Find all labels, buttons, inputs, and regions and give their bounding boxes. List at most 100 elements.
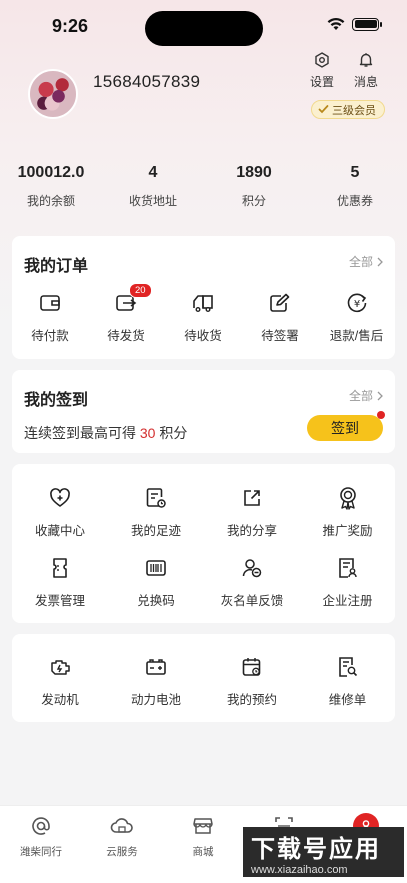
vehicle-card: 发动机 动力电池 我的预约 维修单 (12, 634, 395, 722)
wallet-icon (40, 295, 60, 311)
chevron-right-icon (377, 391, 383, 400)
signin-title: 我的签到 (24, 392, 89, 409)
order-label: 待付款 (31, 329, 69, 343)
chevron-right-icon (377, 257, 383, 266)
tab-label: 商城 (192, 846, 214, 858)
tab-label: 潍柴同行 (20, 846, 62, 858)
orders-card: 我的订单 全部 待付款 20 待发货 待收货 待签署 ¥ 退款/售后 (12, 236, 395, 359)
order-pending-signature[interactable]: 待签署 (242, 291, 318, 344)
orders-all-label: 全部 (348, 255, 373, 269)
signin-text-prefix: 连续签到最高可得 (24, 425, 136, 441)
store-icon (193, 818, 213, 834)
bell-icon (359, 53, 373, 67)
vehicle-label: 我的预约 (226, 693, 277, 707)
award-icon (339, 487, 356, 510)
service-redeem-code[interactable]: 兑换码 (108, 556, 204, 609)
order-count-badge: 20 (129, 283, 152, 298)
tab-cloud-service[interactable]: 云服务 (87, 814, 157, 859)
watermark-url: www.xiazaihao.com (251, 863, 348, 876)
orders-title: 我的订单 (24, 258, 89, 275)
stat-coupons[interactable]: 5 优惠券 (305, 164, 405, 209)
vip-badge[interactable]: 三级会员 (311, 100, 385, 119)
service-label: 收藏中心 (34, 524, 85, 538)
order-pending-payment[interactable]: 待付款 (12, 291, 88, 344)
service-company-register[interactable]: 企业注册 (300, 556, 395, 609)
battery-icon (146, 659, 166, 675)
stat-address[interactable]: 4 收货地址 (103, 164, 203, 209)
service-label: 我的分享 (226, 524, 277, 538)
service-promo-rewards[interactable]: 推广奖励 (300, 486, 395, 539)
stat-value: 100012.0 (17, 164, 85, 181)
service-favorites[interactable]: 收藏中心 (12, 486, 108, 539)
engine-icon (51, 660, 70, 675)
account-stats: 100012.0 我的余额 4 收货地址 1890 积分 5 优惠券 (0, 164, 407, 214)
share-icon (244, 490, 260, 506)
stat-label: 我的余额 (26, 194, 75, 208)
messages-button[interactable]: 消息 (346, 52, 386, 90)
order-pending-shipment[interactable]: 20 待发货 (88, 283, 164, 344)
service-greylist-feedback[interactable]: 灰名单反馈 (204, 556, 300, 609)
vehicle-repair-orders[interactable]: 维修单 (300, 655, 395, 708)
company-register-icon (338, 558, 357, 578)
stat-points[interactable]: 1890 积分 (204, 164, 304, 209)
dynamic-island (145, 11, 263, 46)
service-my-shares[interactable]: 我的分享 (204, 486, 300, 539)
vehicle-row: 发动机 动力电池 我的预约 维修单 (12, 655, 395, 708)
settings-button[interactable]: 设置 (302, 52, 342, 90)
signin-all-link[interactable]: 全部 (349, 387, 383, 404)
vehicle-appointments[interactable]: 我的预约 (204, 655, 300, 708)
signin-description: 连续签到最高可得 30 积分 (24, 423, 187, 443)
stat-value: 4 (148, 164, 158, 181)
signin-text-suffix: 积分 (159, 425, 188, 441)
cloud-icon (110, 818, 133, 833)
stat-balance[interactable]: 100012.0 我的余额 (1, 164, 101, 209)
signin-card: 我的签到 全部 连续签到最高可得 30 积分 签到 (12, 370, 395, 453)
calendar-icon (242, 658, 261, 676)
service-invoice[interactable]: 发票管理 (12, 556, 108, 609)
invoice-icon (53, 558, 67, 578)
avatar[interactable] (28, 69, 78, 119)
messages-label: 消息 (353, 75, 378, 89)
signin-notification-dot (377, 411, 385, 419)
services-card: 收藏中心 我的足迹 我的分享 推广奖励 发票管理 兑换码 灰名单反馈 企业注册 (12, 464, 395, 623)
stat-label: 积分 (241, 194, 266, 208)
vehicle-label: 发动机 (41, 693, 79, 707)
service-label: 兑换码 (137, 594, 175, 608)
heart-plus-icon (50, 488, 70, 507)
order-refund-aftersales[interactable]: ¥ 退款/售后 (318, 291, 395, 344)
signin-button[interactable]: 签到 (307, 415, 383, 441)
sign-icon (270, 293, 290, 312)
order-label: 待收货 (184, 329, 222, 343)
battery-icon (352, 17, 382, 31)
service-label: 灰名单反馈 (220, 594, 284, 608)
vip-label: 三级会员 (332, 104, 376, 117)
services-row-2: 发票管理 兑换码 灰名单反馈 企业注册 (12, 556, 395, 609)
settings-label: 设置 (309, 75, 334, 89)
status-icons (326, 17, 382, 31)
signin-points: 30 (139, 425, 156, 441)
user-phone: 15684057839 (93, 72, 201, 91)
gear-icon (315, 52, 329, 68)
service-label: 发票管理 (34, 594, 85, 608)
vip-check-icon (318, 105, 329, 114)
tab-mall[interactable]: 商城 (168, 814, 238, 859)
order-pending-receipt[interactable]: 待收货 (164, 291, 242, 344)
stat-label: 收货地址 (128, 194, 177, 208)
refund-icon: ¥ (347, 293, 366, 313)
orders-all-link[interactable]: 全部 (349, 253, 383, 270)
order-label: 待发货 (107, 329, 145, 343)
order-label: 待签署 (261, 329, 299, 343)
orders-row: 待付款 20 待发货 待收货 待签署 ¥ 退款/售后 (12, 283, 395, 344)
status-time: 9:26 (52, 16, 89, 36)
stat-value: 5 (350, 164, 360, 181)
barcode-icon (146, 560, 166, 576)
service-label: 我的足迹 (130, 524, 181, 538)
service-footprints[interactable]: 我的足迹 (108, 486, 204, 539)
truck-icon (193, 295, 213, 312)
service-label: 企业注册 (322, 594, 373, 608)
site-watermark: 下载号应用 www.xiazaihao.com (243, 827, 404, 877)
signin-button-label: 签到 (331, 420, 359, 436)
tab-weichai-together[interactable]: 潍柴同行 (6, 814, 76, 859)
vehicle-battery[interactable]: 动力电池 (108, 655, 204, 708)
vehicle-engine[interactable]: 发动机 (12, 655, 108, 708)
